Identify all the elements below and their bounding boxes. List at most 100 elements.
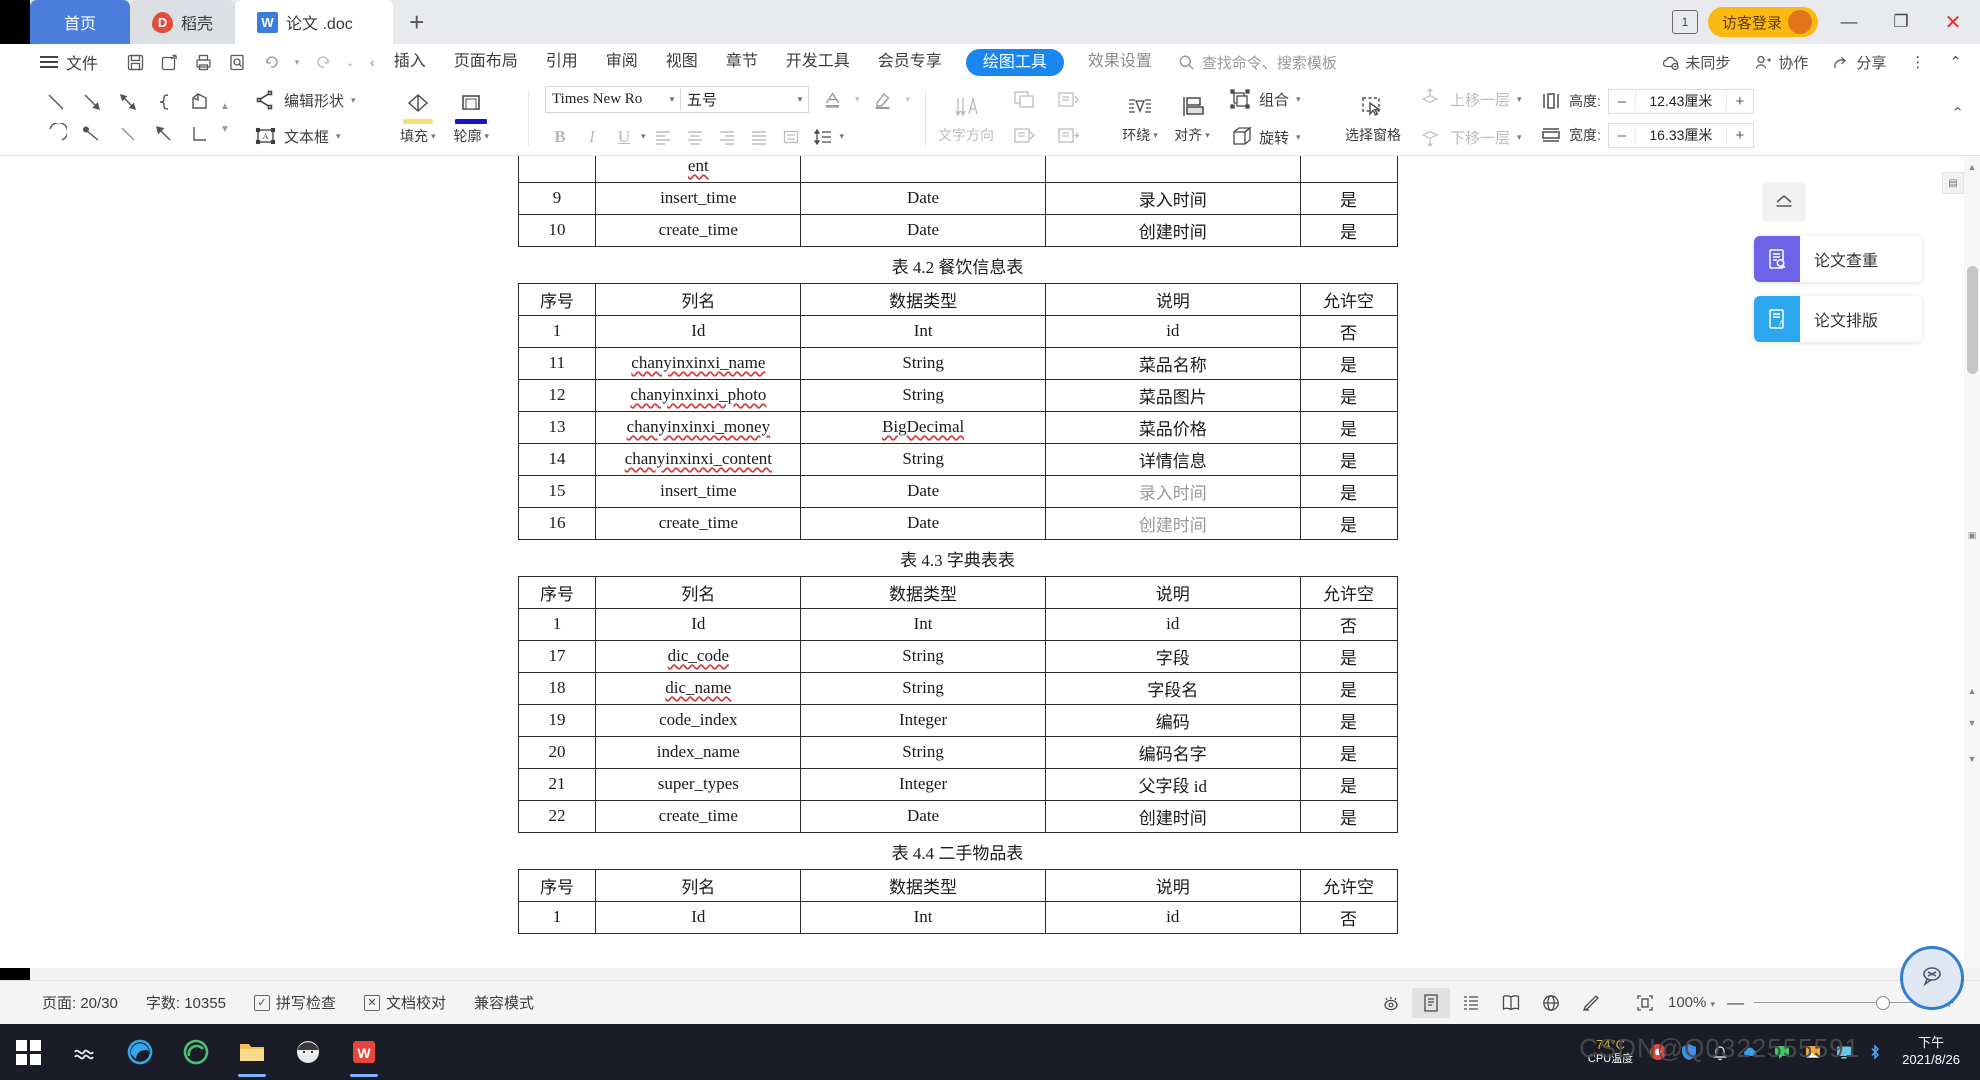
menu-item-dev-tools[interactable]: 开发工具 [772,44,864,80]
shape-gallery-spinner[interactable]: ▲ ▼ [220,101,230,135]
more-options-button[interactable]: ⋮ [1900,53,1935,71]
send-backward-button[interactable]: 下移一层 ▾ [1415,122,1526,152]
spell-check-toggle[interactable]: ✓ 拼写检查 [240,992,350,1013]
align-right-icon[interactable] [712,123,742,151]
paper-check-card[interactable]: 论文查重 [1754,236,1922,282]
edit-pen-icon[interactable] [1572,988,1610,1018]
share-button[interactable]: 分享 [1822,52,1896,73]
notification-badge[interactable]: 1 [1671,10,1698,34]
save-icon[interactable] [120,48,150,76]
ribbon-collapse-chevron[interactable]: ⌃ [1951,104,1964,122]
bring-forward-button[interactable]: 上移一层 ▾ [1415,84,1526,114]
arc-icon[interactable] [39,119,73,149]
fit-page-icon[interactable] [1626,988,1664,1018]
shape-gallery[interactable] [38,86,218,150]
reading-view-icon[interactable] [1492,988,1530,1018]
line-icon[interactable] [39,87,73,117]
back-arrow-icon[interactable] [147,119,181,149]
scroll-up-icon[interactable]: ▲ [1965,160,1979,174]
table-row[interactable]: 18 dic_name String 字段名 是 [517,671,1398,705]
table-row[interactable]: ent [517,156,1398,183]
thin-line-icon[interactable] [111,119,145,149]
chevron-down-icon[interactable]: ▾ [431,131,436,142]
align-center-icon[interactable] [680,123,710,151]
table-row[interactable]: 13 chanyinxinxi_money BigDecimal 菜品价格 是 [517,410,1398,444]
outline-view-icon[interactable] [1452,988,1490,1018]
font-size-value[interactable]: 五号 [680,89,792,110]
page-view-icon[interactable] [1411,987,1450,1018]
table-4-4[interactable]: 序号 列名 数据类型 说明 允许空 1 Id Int id 否 [517,868,1398,934]
table-row[interactable]: 17 dic_code String 字段 是 [517,639,1398,673]
chevron-down-icon[interactable]: ▼ [220,124,230,135]
height-stepper[interactable]: – 12.43厘米 + [1607,88,1754,114]
double-arrow-icon[interactable] [111,87,145,117]
collapse-ribbon-button[interactable]: ⌃ [1939,53,1972,71]
chevron-down-icon[interactable]: ▾ [1296,132,1301,143]
chevron-down-icon[interactable]: ▾ [840,131,845,142]
search-icon[interactable] [56,1024,112,1080]
paper-format-card[interactable]: A 论文排版 [1754,296,1922,342]
ruler-toggle-button[interactable]: ▤ [1942,172,1964,194]
edge-icon[interactable] [112,1024,168,1080]
chevron-up-icon[interactable]: ▲ [220,101,230,112]
edit-shape-button[interactable]: 编辑形状 ▾ [250,85,360,115]
chevron-down-icon[interactable]: ▾ [641,131,646,142]
zoom-out-button[interactable]: — [1727,993,1754,1013]
table-partial-top[interactable]: ent 9 insert_time Date 录入时间 是 10 create_… [517,156,1398,247]
table-row[interactable]: 12 chanyinxinxi_photo String 菜品图片 是 [517,378,1398,412]
table-row[interactable]: 20 index_name String 编码名字 是 [517,735,1398,769]
tab-document[interactable]: W 论文 .doc [235,0,393,44]
zoom-track[interactable] [1754,995,1935,1010]
redo-icon[interactable] [308,48,338,76]
tab-docer[interactable]: D 稻壳 [130,0,236,44]
undo-caret-icon[interactable]: ▾ [290,48,304,76]
chevron-down-icon[interactable]: ▾ [1517,94,1522,105]
save-as-icon[interactable] [154,48,184,76]
rotate-button[interactable]: 旋转 ▾ [1224,122,1305,152]
align-button[interactable]: 对齐 ▾ [1172,91,1212,145]
chevron-down-icon[interactable]: ▾ [1205,130,1210,141]
ninja-icon[interactable] [280,1024,336,1080]
elbow-connector-icon[interactable] [183,119,217,149]
table-row[interactable]: 21 super_types Integer 父字段 id 是 [517,767,1398,801]
file-menu-button[interactable]: 文件 [0,50,112,74]
chevron-down-icon[interactable]: ▾ [664,94,680,105]
table-row[interactable]: 22 create_time Date 创建时间 是 [517,799,1398,833]
eye-icon[interactable] [1372,988,1410,1018]
freeform-icon[interactable] [183,87,217,117]
text-box-button[interactable]: A 文本框 ▾ [250,121,360,151]
width-increase-button[interactable]: + [1727,127,1753,144]
collapse-panel-button[interactable] [1762,182,1806,222]
explorer-icon[interactable] [224,1024,280,1080]
menu-item-view[interactable]: 视图 [652,44,712,80]
menu-item-section[interactable]: 章节 [712,44,772,80]
print-icon[interactable] [188,48,218,76]
font-color-icon[interactable] [817,86,847,114]
vertical-scrollbar[interactable]: ▲ ▣ ▲ ▼ ▼ [1964,156,1980,968]
align-left-icon[interactable] [648,123,678,151]
fill-button[interactable]: 填充 ▾ [400,90,436,146]
selection-pane-button[interactable]: 选择窗格 [1345,91,1401,145]
guest-login-button[interactable]: 访客登录 [1707,7,1818,37]
document-page[interactable]: ent 9 insert_time Date 录入时间 是 10 create_… [385,156,1530,934]
table-row[interactable]: 1 Id Int id 否 [517,314,1398,348]
chevron-down-icon[interactable]: ▾ [336,131,341,142]
chevron-down-icon[interactable]: ▾ [485,131,490,142]
chevron-down-icon[interactable]: ▾ [855,94,860,105]
scroll-next-page-icon[interactable]: ▼ [1965,716,1979,730]
unlink-textbox-icon[interactable] [1048,84,1088,116]
minimize-button[interactable]: — [1828,0,1870,44]
chevron-down-icon[interactable]: ▾ [1517,132,1522,143]
word-count[interactable]: 字数: 10355 [132,992,240,1013]
menu-item-insert[interactable]: 插入 [380,44,440,80]
tab-home[interactable]: 首页 [30,0,131,44]
close-button[interactable]: ✕ [1932,0,1974,44]
menu-item-drawing-tools[interactable]: 绘图工具 [965,48,1064,76]
break-link-icon[interactable] [1004,120,1044,152]
chevron-down-icon[interactable]: ▾ [906,94,911,105]
table-4-2[interactable]: 序号 列名 数据类型 说明 允许空 1 Id Int id 否 11 chany… [517,282,1398,540]
menu-item-member[interactable]: 会员专享 [864,44,956,80]
new-tab-button[interactable]: + [393,0,441,44]
height-value[interactable]: 12.43厘米 [1634,91,1727,111]
table-row[interactable]: 15 insert_time Date 录入时间 是 [517,474,1398,508]
